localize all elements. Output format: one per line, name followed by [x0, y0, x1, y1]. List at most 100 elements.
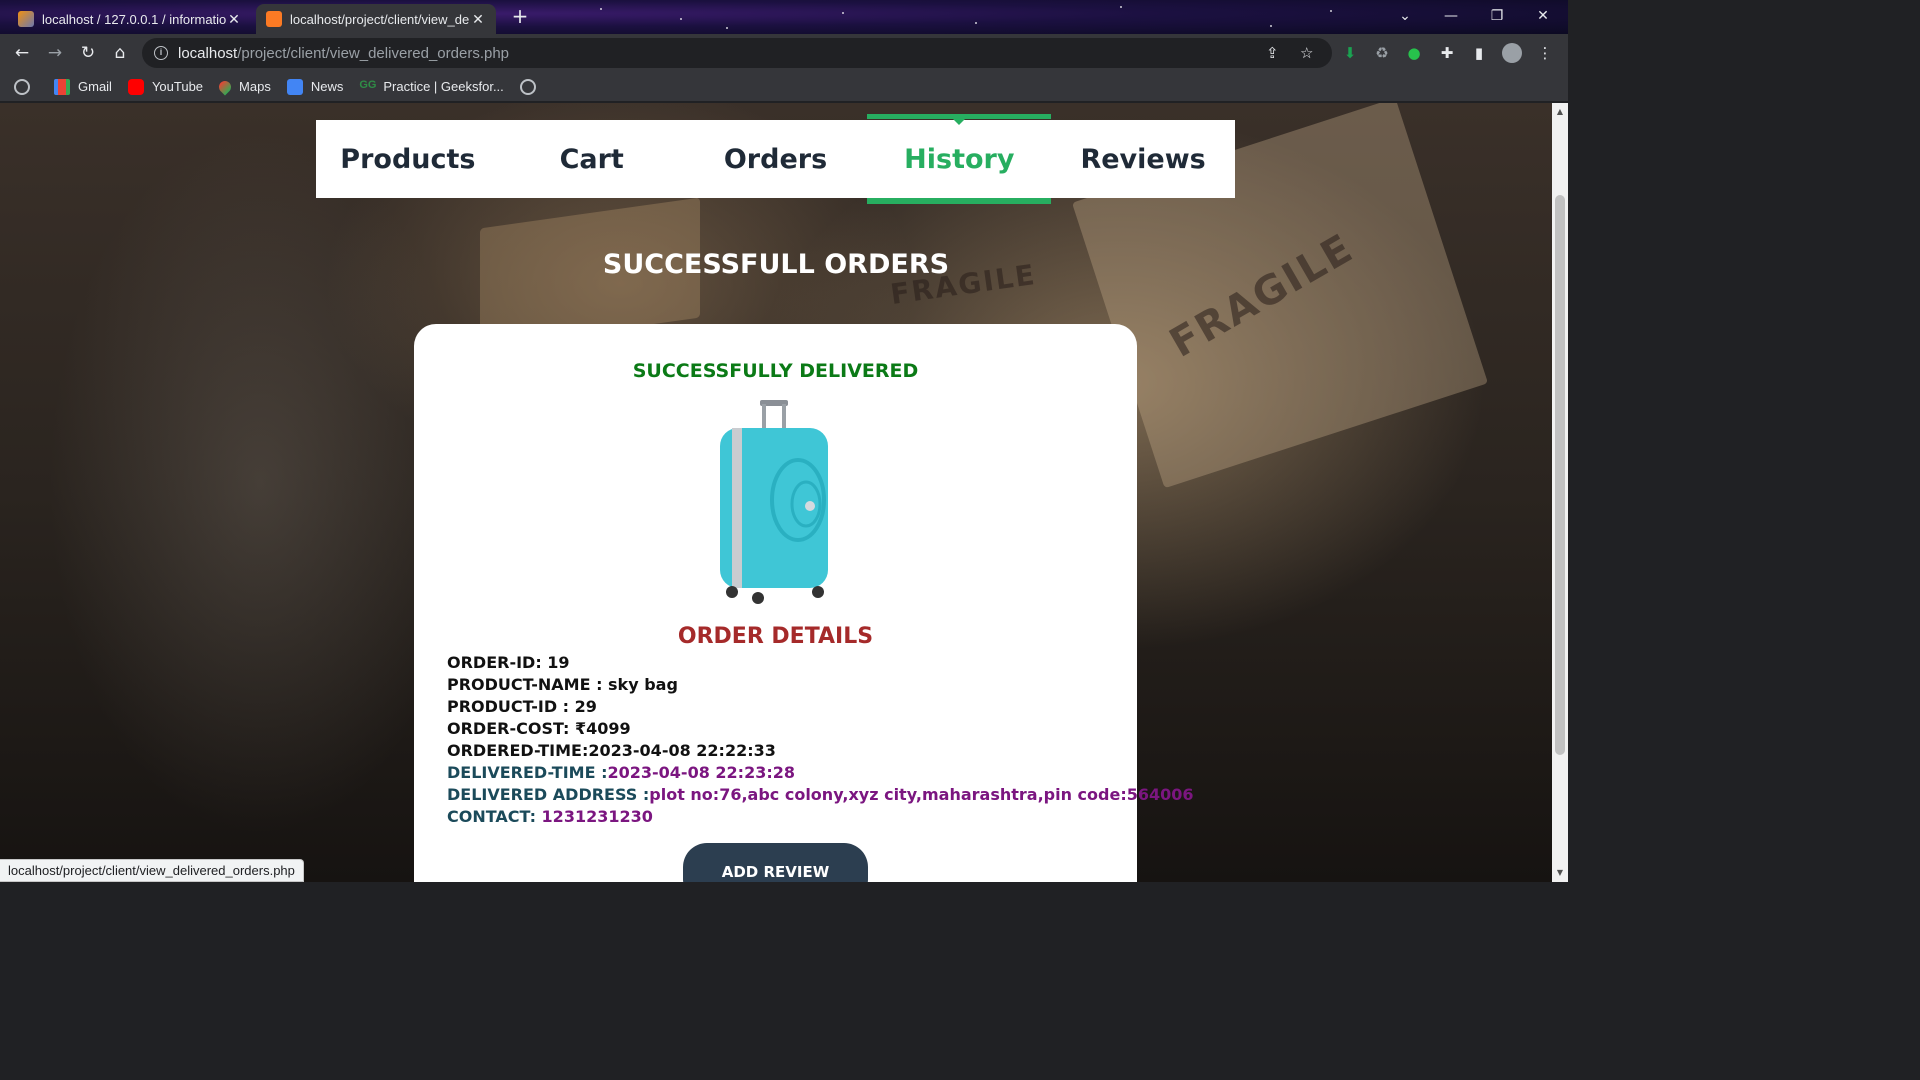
order-id-row: ORDER-ID: 19 [447, 652, 1194, 674]
order-id-label: ORDER-ID: [447, 653, 548, 672]
main-nav: Products Cart Orders History Reviews [316, 114, 1235, 204]
url-host: localhost [178, 44, 238, 62]
share-icon[interactable]: ⇪ [1266, 44, 1279, 62]
recycle-extension-icon[interactable]: ♻ [1372, 43, 1392, 63]
tab-search-icon[interactable]: ⌄ [1382, 0, 1428, 34]
bookmark-label: YouTube [151, 79, 204, 94]
ordered-time-row: ORDERED-TIME:2023-04-08 22:22:33 [447, 740, 1194, 762]
contact-row: CONTACT: 1231231230 [447, 806, 1194, 828]
bookmarks-bar: Gmail YouTube Maps News GG Practice | Ge… [0, 72, 1568, 102]
order-card: SUCCESSFULLY DELIVERED ORDER DETAILS ORD… [414, 324, 1194, 882]
download-extension-icon[interactable]: ⬇ [1340, 43, 1360, 63]
forward-icon[interactable]: → [42, 41, 68, 65]
delivered-address-value: plot no:76,abc colony,xyz city,maharasht… [649, 785, 1194, 804]
scroll-up-icon[interactable]: ▲ [1552, 105, 1568, 119]
close-icon[interactable]: ✕ [470, 11, 486, 28]
geeksforgeeks-icon: GG [359, 78, 377, 91]
order-cost-value: ₹4099 [574, 719, 631, 738]
delivered-time-row: DELIVERED-TIME :2023-04-08 22:23:28 [447, 762, 1194, 784]
delivered-time-value: 2023-04-08 22:23:28 [607, 763, 795, 782]
close-window-icon[interactable]: ✕ [1520, 0, 1566, 34]
page-viewport: FRAGILE FRAGILE Products Cart Orders His… [0, 103, 1552, 882]
close-icon[interactable]: ✕ [226, 11, 242, 28]
profile-avatar[interactable] [1502, 43, 1522, 63]
delivered-time-label: DELIVERED-TIME : [447, 763, 608, 782]
new-tab-button[interactable]: + [506, 5, 534, 29]
product-id-label: PRODUCT-ID : [447, 697, 575, 716]
bookmark-label: Practice | Geeksfor... [383, 79, 504, 94]
youtube-icon [127, 78, 144, 95]
bookmark-globe-2[interactable] [519, 78, 544, 95]
green-extension-icon[interactable]: ● [1404, 43, 1424, 63]
nav-reviews[interactable]: Reviews [1051, 120, 1235, 198]
product-name-label: PRODUCT-NAME : [447, 675, 609, 694]
product-id-value: 29 [574, 697, 597, 716]
nav-cart[interactable]: Cart [500, 120, 684, 198]
order-id-value: 19 [547, 653, 570, 672]
globe-icon [519, 78, 536, 95]
product-id-row: PRODUCT-ID : 29 [447, 696, 1194, 718]
nav-history[interactable]: History [867, 114, 1051, 204]
browser-tab[interactable]: localhost / 127.0.0.1 / information ✕ [8, 4, 252, 34]
nav-label: Reviews [1080, 143, 1206, 175]
gmail-icon [54, 78, 70, 95]
contact-value: 1231231230 [541, 807, 653, 826]
link-status-bubble: localhost/project/client/view_delivered_… [0, 859, 304, 882]
bookmark-youtube[interactable]: YouTube [127, 78, 204, 95]
active-caret-icon [953, 119, 966, 125]
tab-title: localhost / 127.0.0.1 / information [42, 11, 226, 27]
bookmark-globe[interactable] [14, 78, 38, 95]
delivery-status: SUCCESSFULLY DELIVERED [632, 360, 919, 382]
delivered-address-label: DELIVERED ADDRESS : [447, 785, 650, 804]
nav-label: Products [340, 143, 476, 175]
xampp-icon [266, 11, 282, 27]
back-icon[interactable]: ← [9, 41, 35, 65]
browser-tab-strip: localhost / 127.0.0.1 / information ✕ lo… [0, 0, 1568, 34]
product-name-row: PRODUCT-NAME : sky bag [447, 674, 1194, 696]
minimize-icon[interactable]: — [1428, 0, 1474, 34]
page-title: SUCCESSFULL ORDERS [602, 249, 950, 280]
phpmyadmin-icon [18, 11, 34, 27]
home-icon[interactable]: ⌂ [107, 41, 133, 65]
extensions-puzzle-icon[interactable]: ✚ [1437, 43, 1457, 63]
order-cost-label: ORDER-COST: [447, 719, 575, 738]
ordered-time-label: ORDERED-TIME: [447, 741, 589, 760]
bookmark-news[interactable]: News [286, 78, 344, 95]
menu-kebab-icon[interactable]: ⋮ [1535, 43, 1555, 63]
bookmark-gmail[interactable]: Gmail [54, 78, 112, 95]
add-review-button[interactable]: ADD REVIEW [683, 843, 868, 882]
order-details-title: ORDER DETAILS [677, 624, 874, 649]
order-cost-row: ORDER-COST: ₹4099 [447, 718, 1194, 740]
nav-label: History [904, 143, 1015, 175]
news-icon [286, 78, 303, 95]
nav-products[interactable]: Products [316, 120, 500, 198]
globe-icon [14, 78, 30, 95]
bookmark-label: News [310, 79, 344, 94]
contact-label: CONTACT: [447, 807, 542, 826]
ordered-time-value: 2023-04-08 22:22:33 [588, 741, 776, 760]
scroll-down-icon[interactable]: ▼ [1552, 866, 1568, 880]
maps-icon [216, 78, 234, 95]
nav-label: Cart [559, 143, 624, 175]
reload-icon[interactable]: ↻ [75, 41, 101, 65]
bookmark-geeksforgeeks[interactable]: GG Practice | Geeksfor... [359, 79, 503, 95]
product-image [720, 400, 828, 604]
delivered-address-row: DELIVERED ADDRESS :plot no:76,abc colony… [447, 784, 1194, 806]
nav-orders[interactable]: Orders [684, 120, 868, 198]
url-path: /project/client/view_delivered_orders.ph… [237, 44, 510, 62]
restore-icon[interactable]: ❐ [1474, 0, 1520, 34]
browser-tab-active[interactable]: localhost/project/client/view_deli ✕ [256, 4, 496, 34]
bookmark-label: Gmail [78, 79, 112, 94]
bookmark-maps[interactable]: Maps [216, 78, 271, 95]
side-panel-icon[interactable]: ▮ [1469, 43, 1489, 63]
address-bar[interactable]: i localhost/project/client/view_delivere… [142, 38, 1332, 68]
product-name-value: sky bag [608, 675, 678, 694]
page-scrollbar[interactable]: ▲ ▼ [1552, 103, 1568, 882]
bookmark-star-icon[interactable]: ☆ [1300, 44, 1313, 62]
nav-label: Orders [723, 143, 828, 175]
scrollbar-thumb[interactable] [1555, 195, 1565, 755]
order-details: ORDER-ID: 19 PRODUCT-NAME : sky bag PROD… [447, 652, 1194, 828]
tab-title: localhost/project/client/view_deli [290, 11, 470, 27]
browser-toolbar: ← → ↻ ⌂ i localhost/project/client/view_… [0, 34, 1568, 72]
site-info-icon[interactable]: i [154, 46, 168, 60]
